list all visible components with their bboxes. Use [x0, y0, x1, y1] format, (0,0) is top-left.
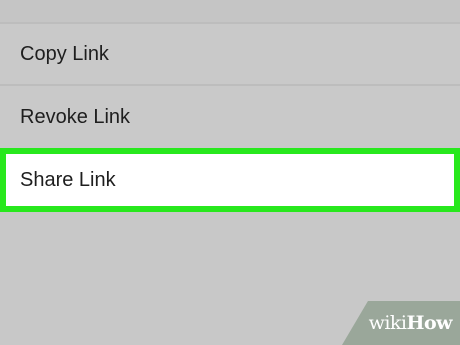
menu-item-copy-link[interactable]: Copy Link [0, 24, 460, 84]
menu-item-label: Copy Link [20, 42, 109, 65]
menu-top-area [0, 0, 460, 22]
menu-item-label: Share Link [20, 168, 116, 191]
menu-item-label: Revoke Link [20, 105, 131, 128]
menu-item-share-link[interactable]: Share Link [0, 148, 460, 212]
watermark-logo-text: wikiHow [368, 312, 453, 334]
menu-item-revoke-link[interactable]: Revoke Link [0, 86, 460, 148]
